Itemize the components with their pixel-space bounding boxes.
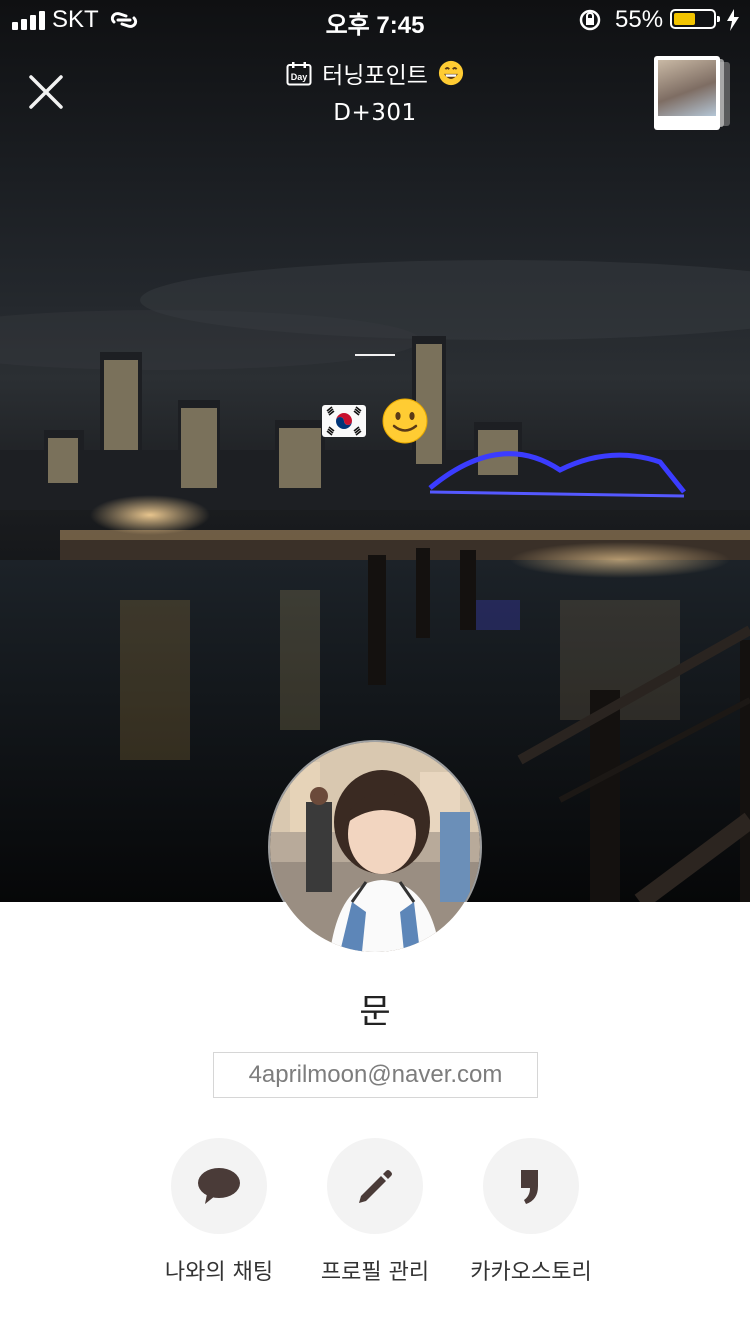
thumbnail-photo[interactable] bbox=[654, 56, 720, 130]
battery-level bbox=[674, 13, 695, 25]
profile-manage-button[interactable]: 프로필 관리 bbox=[285, 1138, 465, 1286]
status-message-divider bbox=[355, 354, 395, 356]
pencil-icon bbox=[359, 1170, 392, 1203]
cover-history-thumbnails[interactable] bbox=[654, 56, 734, 132]
dday-title: 터닝포인트 bbox=[322, 63, 428, 89]
rotation-lock-icon bbox=[579, 9, 601, 31]
dday-header[interactable]: Day 터닝포인트 D+301 bbox=[0, 56, 750, 126]
quote-mark-icon bbox=[521, 1170, 538, 1204]
avatar-photo bbox=[270, 742, 480, 952]
battery-icon bbox=[670, 9, 720, 29]
dday-count: D+301 bbox=[333, 100, 417, 126]
speech-bubble-icon bbox=[198, 1168, 240, 1204]
profile-name: 문 bbox=[359, 992, 391, 1032]
kakaostory-action-circle[interactable] bbox=[483, 1138, 579, 1234]
battery-percent: 55% bbox=[615, 6, 664, 33]
kakaostory-label: 카카오스토리 bbox=[470, 1260, 592, 1285]
profile-manage-action-circle[interactable] bbox=[327, 1138, 423, 1234]
chat-with-me-button[interactable]: 나와의 채팅 bbox=[129, 1138, 309, 1286]
grinning-face-emoji-icon bbox=[438, 60, 463, 86]
kakaostory-button[interactable]: 카카오스토리 bbox=[441, 1138, 621, 1286]
profile-manage-label: 프로필 관리 bbox=[320, 1260, 430, 1285]
svg-text:Day: Day bbox=[291, 72, 308, 82]
slightly-smiling-face-icon bbox=[382, 398, 428, 444]
status-message[interactable] bbox=[0, 398, 750, 444]
calendar-day-icon: Day bbox=[286, 61, 312, 85]
charging-bolt-icon bbox=[727, 9, 739, 31]
profile-email[interactable]: 4aprilmoon@naver.com bbox=[213, 1052, 538, 1098]
status-bar: SKT 오후 7:45 55% bbox=[0, 0, 750, 40]
chat-with-me-label: 나와의 채팅 bbox=[164, 1260, 274, 1285]
profile-avatar[interactable] bbox=[270, 742, 480, 952]
chat-action-circle[interactable] bbox=[171, 1138, 267, 1234]
south-korea-flag-icon bbox=[322, 405, 367, 437]
